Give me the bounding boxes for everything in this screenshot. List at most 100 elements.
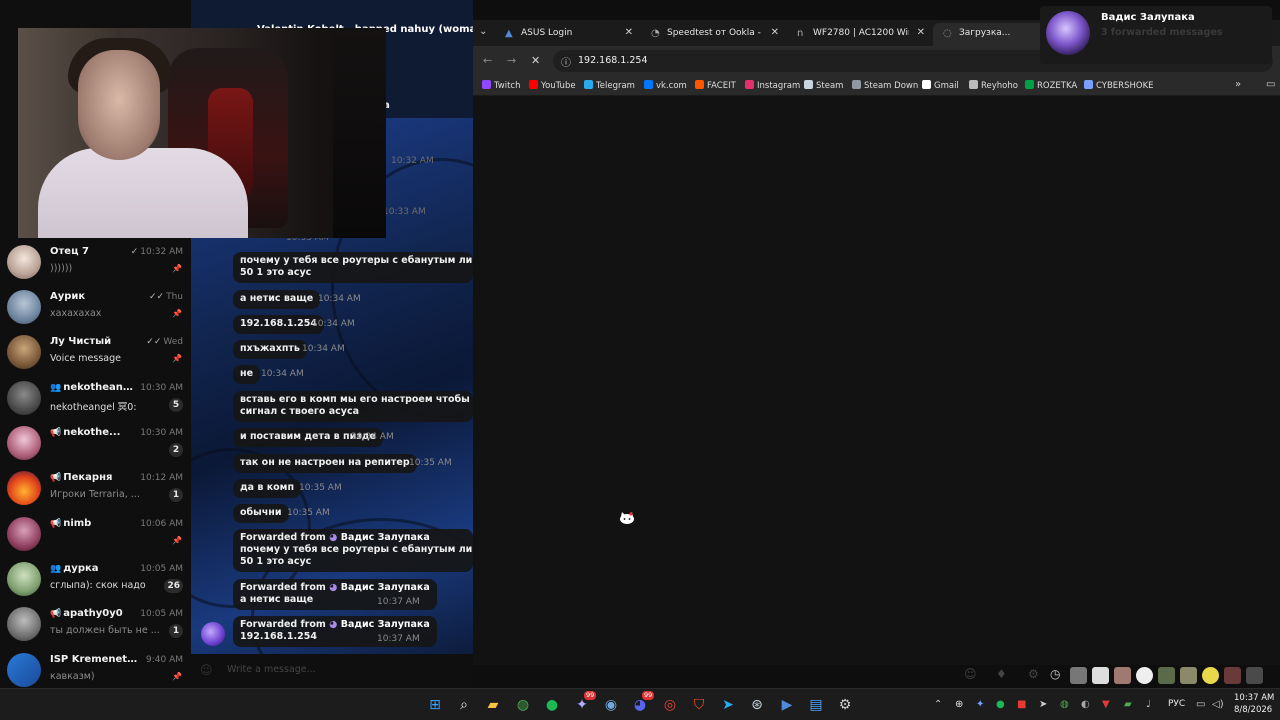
input-language[interactable]: РУС [1168,699,1185,709]
sticker-thumb[interactable] [1070,667,1087,684]
bookmark-item[interactable]: YouTube [529,80,576,91]
bookmark-item[interactable]: Steam Down [852,80,918,91]
forwarded-sender[interactable]: Вадис Залупака [341,619,430,630]
chat-preview: Voice message [50,353,121,364]
search-icon[interactable]: ⌕ [455,696,473,714]
stop-loading-icon[interactable]: ✕ [531,54,540,67]
brave-icon[interactable]: ⛉ [690,696,708,714]
browser-tab[interactable]: ◔ Speedtest от Ookla - Глоба ✕ [641,23,787,46]
telegram-icon[interactable]: ➤ [719,696,737,714]
sender-avatar[interactable] [201,622,225,646]
chat-list-item[interactable]: 👥 дурка 10:05 AM сглыпа): скок надо 26 [0,557,191,602]
forwarded-sender[interactable]: Вадис Залупака [341,532,430,543]
windows-start-icon[interactable]: ⊞ [426,696,444,714]
settings-icon[interactable]: ⚙ [836,696,854,714]
message-input[interactable]: Write a message... [227,664,316,675]
tray-app-icon[interactable]: ◍ [1060,699,1069,710]
chat-list-item[interactable]: Лу Чистый ✓✓ Wed Voice message 📌 [0,330,191,375]
clock-date[interactable]: 8/8/2026 [1234,705,1272,715]
close-tab-icon[interactable]: ✕ [917,27,925,38]
bookmark-item[interactable]: Reyhoho [969,80,1018,91]
forwarded-sender[interactable]: Вадис Залупака [341,582,430,593]
tray-app-icon[interactable]: ▰ [1124,699,1132,710]
sticker-thumb[interactable] [1202,667,1219,684]
clock-time[interactable]: 10:37 AM [1234,693,1274,703]
forward-icon[interactable]: → [507,54,516,67]
chat-list-item[interactable]: 📢 nekothe... 10:30 AM 2 [0,421,191,466]
bookmark-item[interactable]: FACEIT [695,80,736,91]
bookmark-item[interactable]: Telegram [584,80,635,91]
show-hidden-icons-icon[interactable]: ⌃ [934,699,942,710]
terminal-icon[interactable]: ▶ [778,696,796,714]
back-icon[interactable]: ← [483,54,492,67]
close-tab-icon[interactable]: ✕ [771,27,779,38]
chat-list-item[interactable]: 📢 apathy0y0 10:05 AM ты должен быть не ... 1 [0,602,191,647]
sticker-thumb[interactable] [1136,667,1153,684]
chat-list-item[interactable]: 📢 Пекарня 10:12 AM Игроки Terraria, ... 1 [0,466,191,511]
recent-stickers-icon[interactable]: ◷ [1050,667,1067,684]
spotify-icon[interactable]: ● [543,696,561,714]
chromium-icon[interactable]: ◍ [514,696,532,714]
bookmark-item[interactable]: Gmail [922,80,959,91]
more-bookmarks-icon[interactable]: » [1235,79,1241,90]
bookmark-item[interactable]: ROZETKA [1025,80,1077,91]
close-tab-icon[interactable]: ✕ [625,27,633,38]
chat-list-item[interactable]: ISP Kremenets ... 9:40 AM кавказм) 📌 [0,648,191,688]
chat-list-item[interactable]: 📢 nimb 10:06 AM 📌 [0,512,191,557]
tray-app-icon[interactable]: ⊕ [955,699,963,710]
settings-icon[interactable]: ⚙ [1028,667,1045,684]
chat-list-item[interactable]: 👥 nekotheang... 10:30 AM nekotheangel 冥0: 5 [0,376,191,421]
attach-icon[interactable]: ☺ [200,663,213,677]
sticker-thumb[interactable] [1114,667,1131,684]
sticker-thumb[interactable] [1180,667,1197,684]
browser-tab[interactable]: n WF2780 | AC1200 Wireless ✕ [787,23,933,46]
tray-app-icon[interactable]: ■ [1017,699,1026,710]
bookmark-favicon-icon [969,80,978,89]
microphone-icon[interactable]: ♦ [996,667,1013,684]
forwarded-message-bubble[interactable]: Forwarded from ◕ Вадис Залупака почему у … [233,529,473,572]
message-time: 10:35 AM [299,483,342,493]
notepad-icon[interactable]: ▤ [807,696,825,714]
sticker-thumb[interactable] [1246,667,1263,684]
app-icon[interactable]: ◉ [602,696,620,714]
message-bubble[interactable]: обычни [233,504,289,523]
tray-app-icon[interactable]: ✦ [976,699,984,710]
bookmark-item[interactable]: Twitch [482,80,521,91]
message-bubble[interactable]: вставь его в комп мы его настроем чтобы … [233,391,473,422]
file-explorer-icon[interactable]: ▰ [484,696,502,714]
sticker-thumb[interactable] [1092,667,1109,684]
bookmark-item[interactable]: Instagram [745,80,800,91]
sticker-thumb[interactable] [1158,667,1175,684]
spotify-tray-icon[interactable]: ● [996,699,1005,710]
tray-app-icon[interactable]: ▼ [1102,699,1110,710]
message-bubble[interactable]: 192.168.1.254 [233,315,324,334]
telegram-notification[interactable]: Вадис Залупака 3 forwarded messages [1040,6,1272,64]
network-icon[interactable]: ▭ [1196,699,1205,710]
microphone-icon[interactable]: ♩ [1146,699,1151,710]
browser-tab[interactable]: ▲ ASUS Login ✕ [495,23,641,46]
tab-search-icon[interactable]: ⌄ [479,26,487,37]
site-info-icon[interactable]: ⓘ [561,54,571,69]
bookmark-folder-icon[interactable]: ▭ [1266,79,1275,90]
chat-preview: сглыпа): скок надо [50,580,146,591]
chat-list-item[interactable]: Отец 7 ✓ 10:32 AM)))))) 📌 [0,240,191,285]
message-bubble[interactable]: а нетис ваще [233,290,321,309]
volume-icon[interactable]: ◁) [1212,699,1224,710]
bookmark-item[interactable]: vk.com [644,80,687,91]
chat-list-item[interactable]: Аурик ✓✓ Thu хахахахах 📌 [0,285,191,330]
url-text[interactable]: 192.168.1.254 [578,55,648,66]
chrome-icon[interactable]: ◎ [661,696,679,714]
tray-app-icon[interactable]: ◐ [1081,699,1090,710]
message-bubble[interactable]: пхъжахпть [233,340,307,359]
sticker-thumb[interactable] [1224,667,1241,684]
message-bubble[interactable]: не [233,365,261,384]
bookmark-item[interactable]: CYBERSHOKE [1084,80,1154,91]
message-bubble[interactable]: так он не настроен на репитер [233,454,417,473]
page-viewport[interactable] [473,97,1280,665]
telegram-tray-icon[interactable]: ➤ [1039,699,1047,710]
emoji-icon[interactable]: ☺ [964,667,981,684]
message-bubble[interactable]: да в комп [233,479,302,498]
steam-icon[interactable]: ⊛ [748,696,766,714]
bookmark-item[interactable]: Steam [804,80,843,91]
message-bubble[interactable]: почему у тебя все роутеры с ебанутым лин… [233,252,473,283]
